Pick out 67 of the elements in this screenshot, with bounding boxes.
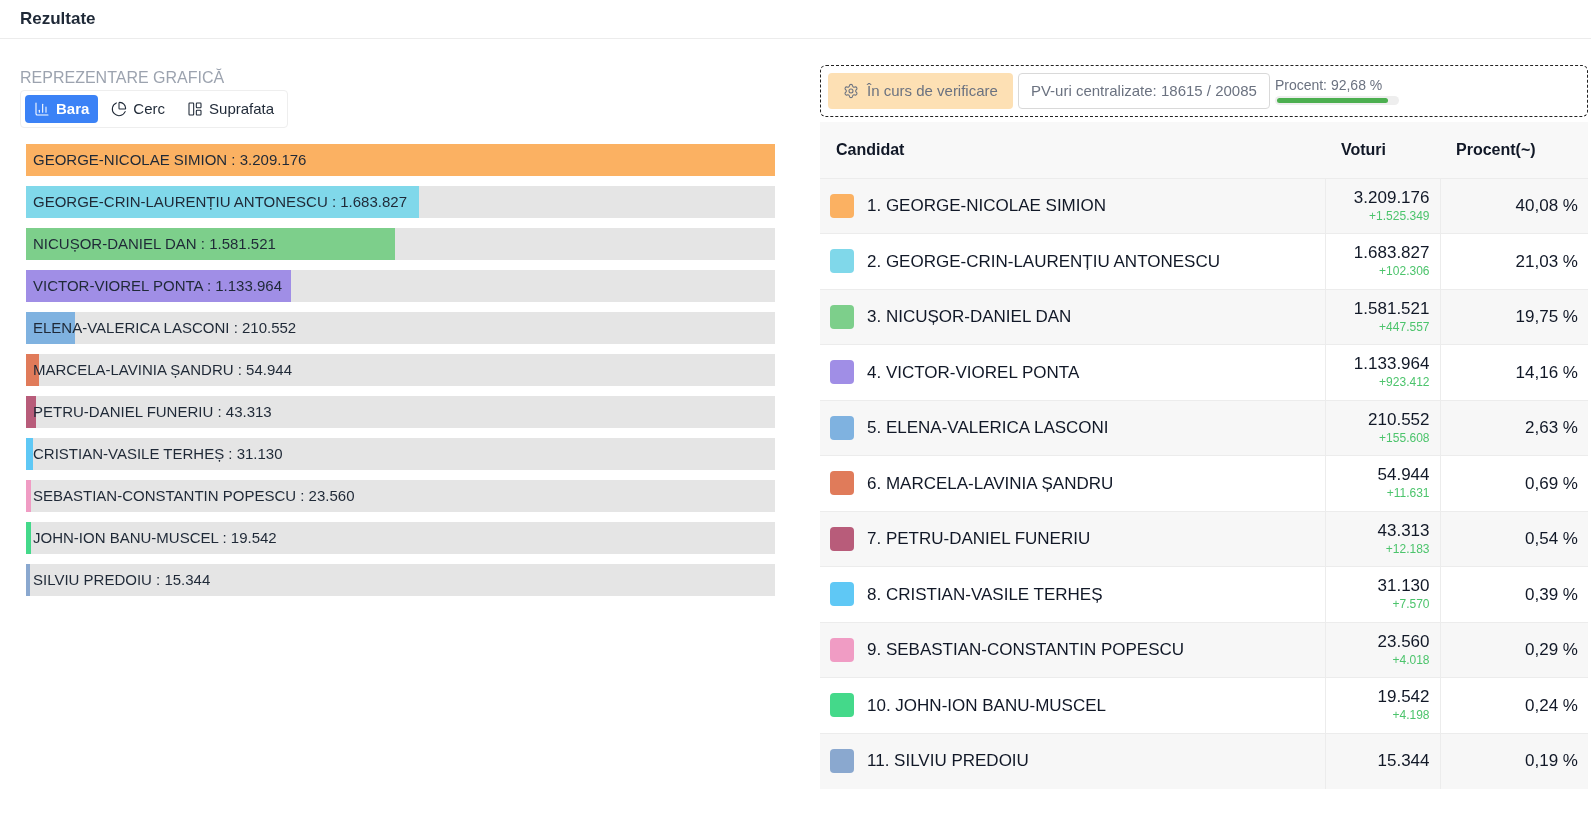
bar-chart-icon	[34, 101, 50, 117]
page-title: Rezultate	[20, 8, 96, 31]
vote-delta: +447.557	[1379, 318, 1430, 335]
candidate-name: 3. NICUȘOR-DANIEL DAN	[867, 306, 1072, 328]
vote-delta: +923.412	[1379, 374, 1430, 391]
vote-count: 43.313	[1377, 520, 1430, 541]
bar-label: SEBASTIAN-CONSTANTIN POPESCU : 23.560	[33, 485, 355, 506]
candidate-name: 11. SILVIU PREDOIU	[867, 750, 1029, 773]
vote-percent: 2,63 %	[1525, 418, 1578, 437]
vote-delta: +102.306	[1379, 263, 1430, 280]
vote-percent: 0,29 %	[1525, 640, 1578, 659]
vote-percent: 14,16 %	[1515, 362, 1578, 382]
vote-delta: +1.525.349	[1369, 207, 1430, 224]
candidate-name: 10. JOHN-ION BANU-MUSCEL	[867, 694, 1106, 717]
column-header: Voturi	[1325, 122, 1440, 178]
column-header: Candidat	[820, 122, 1325, 178]
bar-label: JOHN-ION BANU-MUSCEL : 19.542	[33, 527, 277, 548]
candidate-name: 5. ELENA-VALERICA LASCONI	[867, 417, 1109, 439]
vote-percent: 0,24 %	[1525, 695, 1578, 715]
bar-label: ELENA-VALERICA LASCONI : 210.552	[33, 317, 297, 338]
section-title: REPREZENTARE GRAFICĂ	[20, 68, 226, 88]
pv-count-badge: PV-uri centralizate: 18615 / 20085	[1017, 73, 1270, 109]
vote-count: 3.209.176	[1353, 187, 1430, 208]
vote-count: 1.683.827	[1353, 243, 1430, 264]
vote-count: 31.130	[1377, 576, 1430, 597]
candidate-name: 2. GEORGE-CRIN-LAURENȚIU ANTONESCU	[867, 250, 1220, 273]
vote-percent: 21,03 %	[1515, 251, 1578, 271]
candidate-name: 1. GEORGE-NICOLAE SIMION	[867, 195, 1106, 217]
bar-label: GEORGE-CRIN-LAURENȚIU ANTONESCU : 1.683.827	[33, 191, 407, 212]
vote-percent: 0,69 %	[1525, 473, 1578, 493]
view-tab[interactable]: Bara	[25, 95, 99, 123]
bar-label: SILVIU PREDOIU : 15.344	[33, 569, 211, 590]
vote-count: 1.581.521	[1353, 298, 1430, 319]
vote-percent: 0,19 %	[1525, 751, 1578, 771]
candidate-name: 4. VICTOR-VIOREL PONTA	[867, 361, 1080, 384]
candidate-name: 7. PETRU-DANIEL FUNERIU	[867, 528, 1091, 550]
vote-delta: +12.183	[1385, 540, 1430, 557]
vote-delta: +4.018	[1392, 651, 1430, 668]
grid-icon	[187, 101, 204, 117]
vote-percent: 0,54 %	[1525, 529, 1578, 548]
vote-delta: +11.631	[1386, 485, 1430, 502]
view-tab[interactable]: Cerc	[102, 95, 175, 123]
vote-delta: +155.608	[1379, 429, 1430, 446]
vote-count: 15.344	[1377, 751, 1430, 771]
candidate-name: 8. CRISTIAN-VASILE TERHEȘ	[867, 583, 1103, 606]
view-tab[interactable]: Suprafata	[178, 95, 284, 123]
bar-label: CRISTIAN-VASILE TERHEȘ : 31.130	[33, 443, 283, 464]
pie-chart-icon	[111, 101, 128, 117]
bar-label: VICTOR-VIOREL PONTA : 1.133.964	[33, 275, 282, 296]
gear-icon	[843, 83, 859, 99]
vote-count: 210.552	[1368, 409, 1430, 430]
candidate-name: 6. MARCELA-LAVINIA ȘANDRU	[867, 472, 1114, 495]
vote-count: 23.560	[1377, 631, 1430, 652]
vote-delta: +4.198	[1392, 707, 1430, 724]
vote-count: 1.133.964	[1353, 354, 1430, 375]
vote-count: 54.944	[1377, 465, 1430, 486]
bar-label: NICUȘOR-DANIEL DAN : 1.581.521	[33, 233, 276, 254]
vote-percent: 19,75 %	[1515, 307, 1578, 326]
column-header: Procent(~)	[1440, 122, 1588, 178]
candidate-name: 9. SEBASTIAN-CONSTANTIN POPESCU	[867, 639, 1185, 661]
vote-delta: +7.570	[1392, 596, 1430, 613]
vote-count: 19.542	[1377, 687, 1430, 708]
bar-label: GEORGE-NICOLAE SIMION : 3.209.176	[33, 149, 307, 170]
vote-percent: 0,39 %	[1525, 584, 1578, 604]
verification-badge: În curs de verificare	[828, 73, 1013, 109]
vote-percent: 40,08 %	[1515, 196, 1578, 215]
progress-label: Procent: 92,68 %	[1274, 77, 1384, 93]
